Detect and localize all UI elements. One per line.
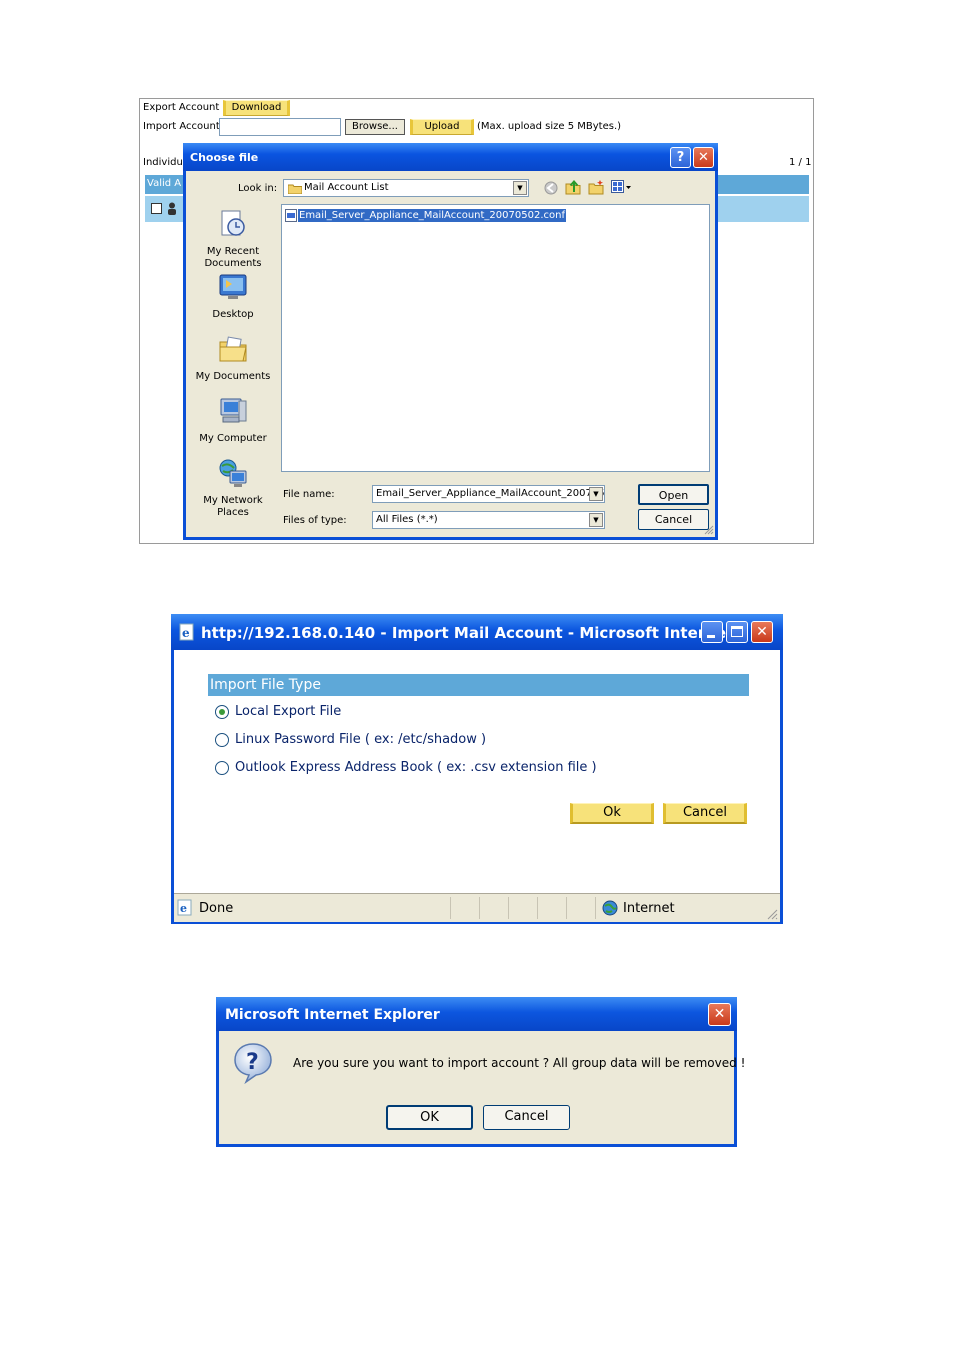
file-name: Email_Server_Appliance_MailAccount_20070… [298,209,566,222]
import-mail-account-window: e http://192.168.0.140 - Import Mail Acc… [171,614,783,924]
status-divider [479,897,480,919]
recent-documents-icon [221,210,245,236]
ie-page-icon: e [177,899,192,916]
place-label: My Documents [195,371,271,382]
upload-button[interactable]: Upload [410,119,474,135]
place-recent-documents[interactable]: My Recent Documents [193,208,273,270]
open-button[interactable]: Open [638,484,709,505]
status-divider [537,897,538,919]
file-name-input[interactable]: Email_Server_Appliance_MailAccount_20070… [372,485,605,503]
page-count: 1 / 1 [789,157,812,168]
resize-grip-icon[interactable] [766,908,778,920]
file-name-label: File name: [283,489,335,500]
my-computer-icon [220,398,247,423]
confirm-import-dialog: Microsoft Internet Explorer ✕ ? Are you … [216,997,745,1147]
status-divider [566,897,567,919]
radio-linux-password[interactable] [215,733,229,747]
place-network-places[interactable]: My Network Places [193,457,273,519]
valid-accounts-label: Valid A [147,178,182,189]
help-icon[interactable]: ? [670,147,691,168]
place-label: My Network Places [203,495,263,518]
import-file-type-header: Import File Type [208,674,749,696]
place-label: My Recent Documents [204,246,262,269]
up-folder-icon[interactable] [565,179,581,195]
cancel-button[interactable]: Cancel [638,509,709,530]
status-divider [508,897,509,919]
resize-grip-icon[interactable] [704,525,714,535]
cancel-button[interactable]: Cancel [483,1105,570,1130]
window-title-bar[interactable]: e http://192.168.0.140 - Import Mail Acc… [171,614,783,650]
chevron-down-icon[interactable]: ▼ [589,487,603,501]
zone-text: Internet [623,901,675,916]
svg-text:e: e [180,902,187,915]
network-places-icon [219,459,247,487]
dialog-title: Microsoft Internet Explorer [225,1007,440,1023]
user-icon [168,202,176,215]
back-icon[interactable] [544,181,558,195]
close-icon[interactable]: ✕ [693,147,714,168]
export-account-label: Export Account : [143,102,226,113]
place-my-documents[interactable]: My Documents [193,333,273,383]
status-divider [450,897,451,919]
maximize-icon[interactable] [726,621,748,643]
close-icon[interactable]: ✕ [708,1003,731,1026]
dialog-title-bar[interactable]: Choose file ? ✕ [183,143,718,171]
select-all-checkbox[interactable] [151,203,162,214]
max-upload-note: (Max. upload size 5 MBytes.) [477,121,622,132]
svg-text:?: ? [246,1050,259,1075]
question-icon: ? [234,1043,272,1084]
confirm-message: Are you sure you want to import account … [293,1056,746,1070]
look-in-label: Look in: [238,183,278,194]
ok-button[interactable]: Ok [570,803,654,824]
my-documents-icon [219,336,247,362]
file-type-select[interactable]: All Files (*.*) ▼ [372,511,605,529]
option-linux-password-label: Linux Password File ( ex: /etc/shadow ) [235,732,487,747]
status-divider [595,897,596,919]
place-desktop[interactable]: Desktop [193,271,273,321]
new-folder-icon[interactable] [588,179,604,195]
view-menu-icon[interactable] [611,180,633,194]
dialog-title-bar[interactable]: Microsoft Internet Explorer ✕ [216,997,737,1031]
download-button[interactable]: Download [223,100,290,116]
close-icon[interactable]: ✕ [751,621,773,643]
file-list[interactable]: Email_Server_Appliance_MailAccount_20070… [281,204,710,472]
file-icon [285,209,297,222]
look-in-value: Mail Account List [304,182,389,193]
cancel-button[interactable]: Cancel [663,803,747,824]
dialog-title: Choose file [190,151,259,164]
import-account-label: Import Account : [143,121,227,132]
look-in-select[interactable]: Mail Account List ▼ [283,179,529,197]
globe-icon [602,900,618,916]
place-my-computer[interactable]: My Computer [193,395,273,445]
ie-page-icon: e [179,623,194,641]
place-label: My Computer [199,433,267,444]
option-local-export-label: Local Export File [235,704,342,719]
svg-text:e: e [182,626,190,640]
folder-icon [288,184,302,194]
place-label: Desktop [212,309,254,320]
minimize-icon[interactable] [701,621,723,643]
radio-local-export[interactable] [215,705,229,719]
status-bar: e Done Internet [174,893,780,922]
desktop-icon [219,274,247,299]
ok-button[interactable]: OK [386,1105,473,1130]
choose-file-dialog: Choose file ? ✕ Look in: Mail Account Li… [183,143,718,540]
chevron-down-icon[interactable]: ▼ [589,513,603,527]
status-text: Done [199,901,234,916]
radio-outlook-express[interactable] [215,761,229,775]
file-type-label: Files of type: [283,515,347,526]
file-type-value: All Files (*.*) [376,514,438,525]
chevron-down-icon[interactable]: ▼ [513,181,527,195]
file-name-value: Email_Server_Appliance_MailAccount_20070… [376,488,605,499]
option-outlook-express-label: Outlook Express Address Book ( ex: .csv … [235,760,597,775]
import-file-input[interactable] [219,118,341,136]
browse-button[interactable]: Browse... [345,119,405,135]
window-title: http://192.168.0.140 - Import Mail Accou… [201,624,744,642]
